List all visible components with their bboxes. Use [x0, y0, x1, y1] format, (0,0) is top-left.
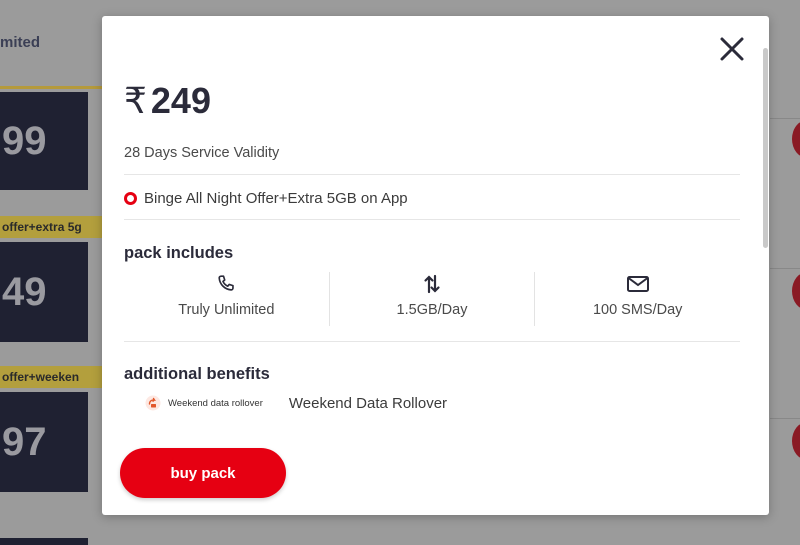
- include-calls: Truly Unlimited: [124, 272, 329, 326]
- additional-benefits-title: additional benefits: [124, 365, 270, 383]
- bg-plan-price: 49: [2, 269, 47, 314]
- divider: [124, 219, 740, 220]
- validity-text: 28 Days Service Validity: [124, 145, 280, 161]
- bg-plan-card: 49: [0, 242, 88, 342]
- benefit-item: Weekend data rollover Weekend Data Rollo…: [144, 394, 447, 412]
- include-label: Truly Unlimited: [178, 302, 275, 318]
- close-icon: [720, 37, 744, 61]
- divider: [124, 174, 740, 175]
- include-label: 1.5GB/Day: [396, 302, 468, 318]
- phone-icon: [215, 272, 237, 296]
- bg-tab-underline: [0, 86, 102, 89]
- benefit-label: Weekend Data Rollover: [288, 394, 448, 412]
- rollover-icon: [144, 394, 162, 412]
- offer-text: Binge All Night Offer+Extra 5GB on App: [144, 190, 408, 207]
- bg-buy-circle: [792, 422, 800, 460]
- bg-divider: [770, 418, 800, 419]
- offer-bullet-icon: [124, 192, 137, 205]
- bg-plan-tag: offer+extra 5g: [0, 216, 102, 238]
- buy-pack-button[interactable]: buy pack: [120, 448, 286, 498]
- bg-plan-card: 99: [0, 92, 88, 190]
- bg-plan-tag: offer+weeken: [0, 366, 102, 388]
- sms-envelope-icon: [626, 272, 650, 296]
- pack-includes-title: pack includes: [124, 244, 234, 262]
- benefit-icon-caption: Weekend data rollover: [168, 397, 263, 409]
- bg-plan-price: 99: [2, 118, 47, 163]
- close-button[interactable]: [717, 34, 747, 64]
- bg-plan-price: 97: [2, 419, 47, 464]
- pack-includes-list: Truly Unlimited 1.5GB/Day 100 SMS/Day: [124, 272, 740, 326]
- bg-divider: [770, 268, 800, 269]
- bg-buy-circle: [792, 272, 800, 310]
- bg-plan-card: 97: [0, 392, 88, 492]
- currency-symbol: ₹: [124, 80, 147, 121]
- divider: [124, 341, 740, 342]
- offer-row: Binge All Night Offer+Extra 5GB on App: [124, 190, 408, 207]
- bg-buy-circle: [792, 120, 800, 158]
- include-label: 100 SMS/Day: [592, 302, 683, 318]
- include-sms: 100 SMS/Day: [534, 272, 740, 326]
- bg-plan-card: [0, 538, 88, 545]
- modal-scrollbar-thumb[interactable]: [763, 48, 768, 248]
- price-value: 249: [150, 80, 211, 121]
- bg-divider: [770, 118, 800, 119]
- bg-filter-label: mited: [0, 34, 41, 51]
- data-arrows-icon: [422, 272, 442, 296]
- pack-price: ₹ 249: [124, 80, 211, 122]
- include-data: 1.5GB/Day: [328, 272, 535, 326]
- pack-details-modal: ₹ 249 28 Days Service Validity Binge All…: [102, 16, 769, 515]
